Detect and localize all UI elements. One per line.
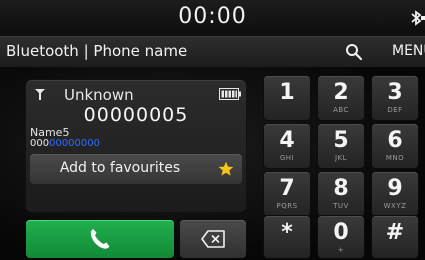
key-digit: 5	[333, 128, 349, 153]
key-letters: GHI	[279, 154, 295, 162]
bluetooth-icon	[411, 10, 425, 26]
favourite-label: Add to favourites	[59, 160, 181, 176]
key-0[interactable]: 0 +	[318, 216, 364, 258]
menu-button[interactable]: MENU	[392, 43, 425, 59]
key-letters: PQRS	[276, 202, 298, 210]
key-digit: 7	[279, 176, 295, 201]
signal-icon	[35, 89, 45, 100]
contact-number-prefix: 000	[30, 138, 50, 149]
key-digit: 3	[387, 80, 403, 105]
key-8[interactable]: 8 TUV	[318, 172, 364, 216]
contact-number: 00000000000	[30, 138, 100, 149]
key-7[interactable]: 7 PQRS	[264, 172, 310, 216]
key-digit: 0	[333, 220, 349, 245]
key-digit: 9	[387, 176, 403, 201]
search-icon[interactable]	[344, 42, 364, 62]
key-letters: TUV	[333, 202, 349, 210]
title-bar: Bluetooth | Phone name MENU	[0, 36, 425, 68]
key-digit: 2	[333, 80, 349, 105]
key-letters: WXYZ	[383, 202, 407, 210]
backspace-button[interactable]	[180, 220, 246, 258]
caller-number: 00000005	[83, 104, 189, 126]
key-9[interactable]: 9 WXYZ	[372, 172, 418, 216]
status-bar: 00:00	[0, 0, 425, 36]
star-icon	[218, 161, 234, 176]
call-button[interactable]	[26, 220, 174, 258]
key-1[interactable]: 1	[264, 76, 310, 120]
key-digit: 8	[333, 176, 349, 201]
key-digit: #	[385, 220, 405, 245]
key-hash[interactable]: #	[372, 216, 418, 258]
backspace-icon	[201, 230, 225, 248]
key-star[interactable]: *	[264, 216, 310, 258]
key-digit: 1	[279, 80, 295, 105]
key-2[interactable]: 2 ABC	[318, 76, 364, 120]
key-digit: *	[281, 220, 293, 245]
key-digit: 6	[387, 128, 403, 153]
key-5[interactable]: 5 JKL	[318, 124, 364, 168]
call-info-card: Unknown 00000005 Name5 00000000000 Add t…	[26, 80, 246, 212]
page-title: Bluetooth | Phone name	[6, 42, 188, 60]
key-letters: +	[337, 246, 345, 254]
key-letters: DEF	[387, 106, 403, 114]
caller-name: Unknown	[64, 86, 134, 104]
phone-call-icon	[90, 229, 110, 249]
clock: 00:00	[178, 4, 247, 29]
battery-icon	[219, 88, 241, 100]
key-letters: ABC	[333, 106, 349, 114]
contact-number-highlight: 00000000	[49, 138, 100, 149]
key-letters: MNO	[385, 154, 405, 162]
add-to-favourites-button[interactable]: Add to favourites	[30, 154, 242, 184]
key-letters: JKL	[334, 154, 348, 162]
key-4[interactable]: 4 GHI	[264, 124, 310, 168]
key-3[interactable]: 3 DEF	[372, 76, 418, 120]
key-digit: 4	[279, 128, 295, 153]
key-6[interactable]: 6 MNO	[372, 124, 418, 168]
